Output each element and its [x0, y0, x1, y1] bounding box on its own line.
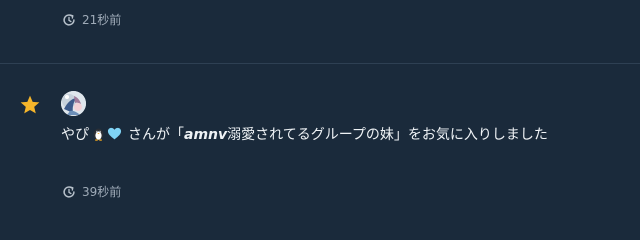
- timestamp-text: 39秒前: [82, 185, 122, 199]
- notification-feed: 21秒前 やぴ さんが「amnv溺愛されてるグループの妹」をお気に入りしました …: [0, 0, 640, 240]
- notification-divider: [0, 63, 640, 64]
- notification-message: やぴ さんが「amnv溺愛されてるグループの妹」をお気に入りしました: [61, 126, 548, 144]
- timestamp-text: 21秒前: [82, 13, 122, 27]
- user-name[interactable]: やぴ: [61, 127, 89, 143]
- light-blue-heart-emoji-icon: [107, 126, 122, 141]
- star-icon: [19, 94, 41, 116]
- board-title-rest[interactable]: 溺愛されてるグループの妹: [227, 127, 394, 143]
- penguin-emoji-icon: [91, 126, 106, 141]
- board-title-bold[interactable]: amnv: [184, 127, 227, 143]
- clock-icon: [62, 13, 76, 27]
- notification-timestamp: 39秒前: [62, 185, 121, 199]
- message-text-connector: さんが「: [128, 127, 184, 143]
- clock-icon: [62, 185, 76, 199]
- message-text-tail: 」をお気に入りしました: [393, 127, 548, 143]
- user-avatar[interactable]: [61, 91, 86, 116]
- notification-timestamp: 21秒前: [62, 13, 121, 27]
